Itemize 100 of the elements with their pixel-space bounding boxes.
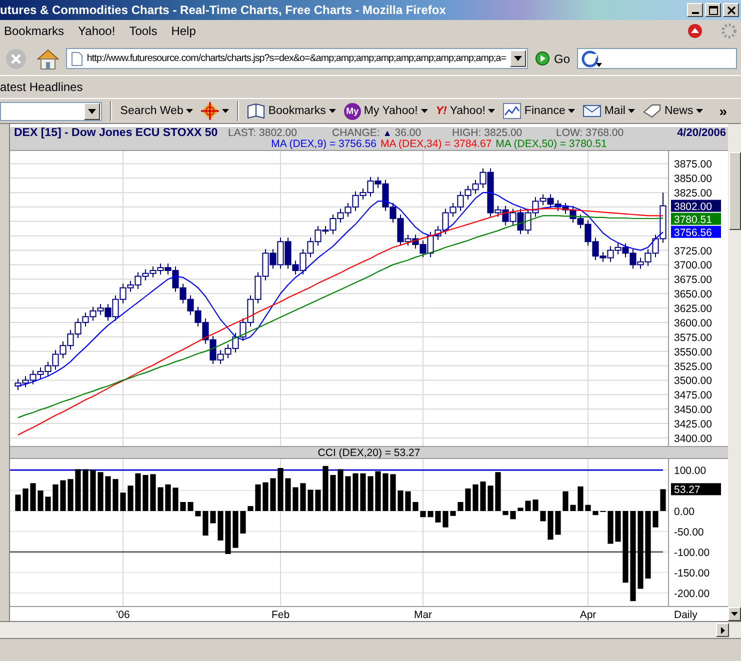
cci-bar <box>300 483 306 511</box>
close-button[interactable] <box>723 3 739 17</box>
scroll-thumb[interactable] <box>728 152 740 230</box>
cci-bar <box>330 474 336 511</box>
cci-bar <box>435 511 441 522</box>
menu-item[interactable]: Yahoo! <box>78 24 116 38</box>
cci-bar <box>540 511 546 522</box>
yahoo-search-field[interactable] <box>0 102 102 120</box>
stat-value: 3825.00 <box>484 127 522 139</box>
maximize-button[interactable] <box>705 3 721 17</box>
toolbar-link[interactable]: Mail <box>583 104 636 118</box>
axis-label: Apr <box>580 609 596 621</box>
stat-value: 36.00 <box>394 127 422 139</box>
cci-bar <box>90 470 96 511</box>
axis-label: 3725.00 <box>674 245 712 258</box>
cci-bar <box>165 484 171 511</box>
cci-bar <box>98 472 104 511</box>
menu-item[interactable]: Tools <box>129 24 158 38</box>
address-field[interactable]: http://www.futuresource.com/charts/charts.jsp?s=dex&o=&amp;amp;amp;amp;amp;amp;amp;amp;amp;a= <box>66 48 528 69</box>
cci-bar <box>338 469 344 511</box>
cci-bar <box>488 486 494 511</box>
axis-label: 3550.00 <box>674 346 712 358</box>
dropdown-button[interactable] <box>510 50 526 67</box>
menu-item[interactable]: Help <box>171 24 196 38</box>
overflow-button[interactable]: » <box>719 103 741 119</box>
cci-bar <box>375 471 381 511</box>
price-tag: 3756.56 <box>671 226 721 239</box>
cci-bar <box>75 469 81 511</box>
cci-bar <box>608 511 614 544</box>
highlighter-button[interactable] <box>201 102 230 120</box>
vertical-scrollbar[interactable] <box>728 124 741 621</box>
toolbar-link[interactable]: News <box>643 104 704 118</box>
throbber-icon <box>721 23 737 39</box>
cci-bar <box>592 511 598 516</box>
cci-bar <box>210 511 216 524</box>
axis-label: 3675.00 <box>674 274 712 286</box>
search-field[interactable] <box>577 48 737 69</box>
cci-bar <box>315 490 321 511</box>
bookmark-link[interactable]: atest Headlines <box>0 80 83 94</box>
cci-bar <box>120 492 126 511</box>
cci-bar <box>398 490 404 511</box>
cci-bar <box>405 491 411 511</box>
cci-bar <box>82 469 88 511</box>
toolbar-link[interactable]: Bookmarks <box>247 103 336 119</box>
cci-bar <box>442 511 448 528</box>
caret-icon <box>88 108 96 114</box>
axis-label: 0.00 <box>674 506 694 518</box>
axis-label: 3850.00 <box>674 173 712 186</box>
caret-icon <box>488 109 496 113</box>
moving-average-label: MA (DEX,34) = 3784.67 <box>380 139 492 150</box>
toolbar-link[interactable]: Finance <box>503 103 576 119</box>
axis-label: -100.00 <box>674 546 710 559</box>
stat-label: LAST: <box>228 127 256 139</box>
search-web-button[interactable]: Search Web <box>120 105 194 117</box>
stop-icon <box>4 46 28 70</box>
caret-icon <box>420 109 428 113</box>
cci-bar <box>308 490 314 511</box>
dropdown-button[interactable] <box>84 102 100 120</box>
horizontal-scrollbar[interactable] <box>0 621 741 638</box>
axis-label: 3500.00 <box>674 375 712 388</box>
caret-icon <box>731 612 738 616</box>
cci-bar <box>232 511 238 548</box>
cci-bar <box>225 511 231 554</box>
caret-icon <box>720 626 724 634</box>
stat-value: 3802.00 <box>259 127 297 139</box>
symbol-title: DEX [15] - Dow Jones ECU STOXX 50 <box>14 127 219 139</box>
cci-bar <box>270 478 276 511</box>
search-engine-icon <box>581 50 604 68</box>
cci-bar <box>532 500 538 511</box>
cci-bar <box>142 474 148 511</box>
axis-label: 3625.00 <box>674 303 712 316</box>
cci-bar <box>548 511 554 540</box>
chart-icon <box>503 103 522 119</box>
cci-bar <box>38 490 44 511</box>
indicator-title: CCI (DEX,20) = 53.27 <box>10 446 728 459</box>
cci-bar <box>570 504 576 511</box>
scroll-right-button[interactable] <box>716 623 729 637</box>
cci-bar <box>360 473 366 511</box>
minimize-button[interactable] <box>687 3 703 17</box>
menu-item[interactable]: Bookmarks <box>4 24 64 38</box>
cci-bar <box>180 502 186 511</box>
caret-icon <box>628 109 636 113</box>
toolbar-link[interactable]: Y! Yahoo! <box>436 105 496 117</box>
axis-label: 3575.00 <box>674 332 712 344</box>
axis-label: Mar <box>414 609 432 621</box>
cci-bar <box>248 506 254 511</box>
caret-icon <box>186 109 194 113</box>
up-arrow: ▲ <box>382 128 392 138</box>
cci-bar <box>472 484 478 511</box>
cci-bar <box>45 496 51 511</box>
axis-label: 3400.00 <box>674 432 712 445</box>
envelope-icon <box>583 104 602 118</box>
axis-label: 3450.00 <box>674 404 712 416</box>
maximize-icon <box>708 6 718 14</box>
go-button[interactable]: Go <box>531 51 574 66</box>
toolbar-link[interactable]: My My Yahoo! <box>344 102 428 120</box>
stat-value: 3768.00 <box>586 127 624 139</box>
stat-label: LOW: <box>556 127 583 139</box>
scroll-down-button[interactable] <box>728 607 741 621</box>
cci-bar <box>135 473 141 511</box>
